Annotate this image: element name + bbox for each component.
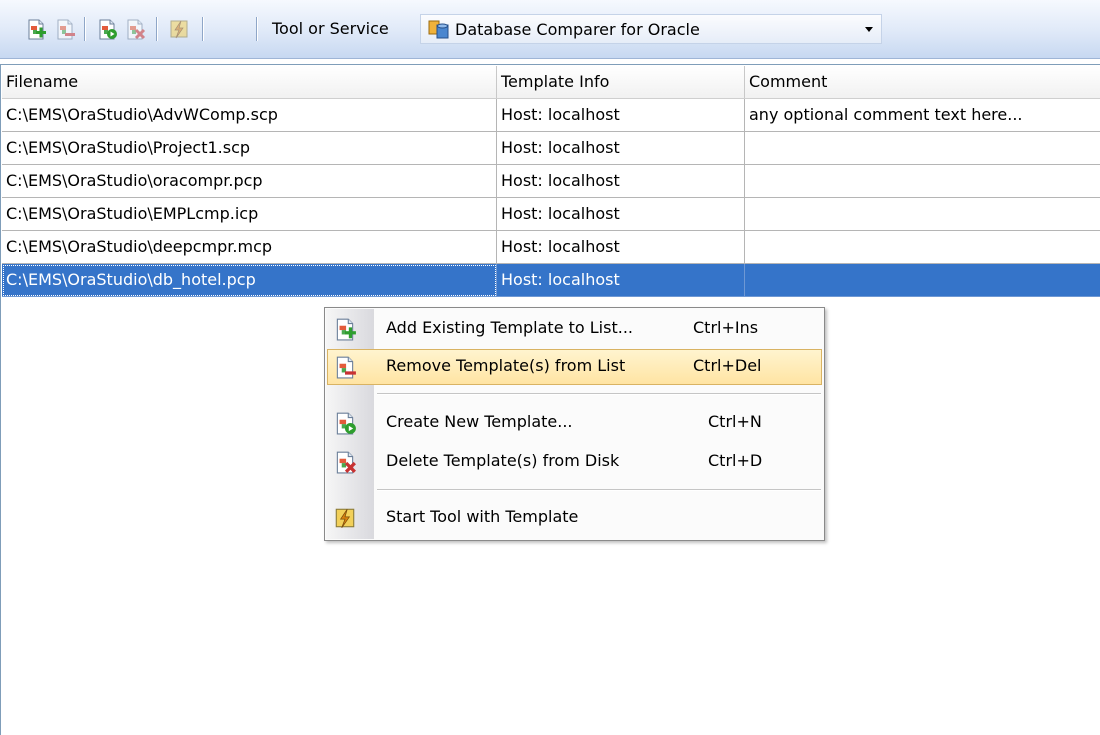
- menu-item-label: Delete Template(s) from Disk: [386, 451, 620, 470]
- tool-or-service-value: Database Comparer for Oracle: [455, 20, 700, 39]
- add-template-button[interactable]: [23, 17, 49, 41]
- template-info-cell: Host: localhost: [497, 165, 745, 198]
- start-tool-button[interactable]: [166, 17, 192, 41]
- menu-separator: [377, 393, 821, 395]
- remove-template-icon: [57, 19, 75, 40]
- menu-item-label: Start Tool with Template: [386, 507, 579, 526]
- table-row[interactable]: C:\EMS\OraStudio\deepcmpr.mcp Host: loca…: [2, 231, 1100, 264]
- toolbar-separator: [84, 17, 86, 41]
- menu-item-label: Remove Template(s) from List: [386, 356, 626, 375]
- context-menu: Add Existing Template to List... Ctrl+In…: [324, 307, 825, 541]
- remove-template-icon: [336, 356, 356, 379]
- table-row[interactable]: C:\EMS\OraStudio\oracompr.pcp Host: loca…: [2, 165, 1100, 198]
- comment-cell: any optional comment text here...: [745, 99, 1100, 132]
- delete-template-icon: [127, 19, 146, 40]
- comment-cell: [745, 165, 1100, 198]
- remove-template-button[interactable]: [52, 17, 78, 41]
- delete-template-button[interactable]: [122, 17, 148, 41]
- filename-cell: C:\EMS\OraStudio\AdvWComp.scp: [2, 99, 497, 132]
- column-header-filename[interactable]: Filename: [2, 66, 497, 98]
- comment-cell: [745, 198, 1100, 231]
- create-template-button[interactable]: [94, 17, 120, 41]
- column-header-template-info[interactable]: Template Info: [497, 66, 745, 98]
- grid-header: Filename Template Info Comment: [2, 66, 1100, 99]
- template-info-cell: Host: localhost: [497, 264, 745, 297]
- menu-item-start-tool[interactable]: Start Tool with Template: [327, 500, 822, 536]
- filename-cell: C:\EMS\OraStudio\db_hotel.pcp: [2, 264, 497, 297]
- create-template-icon: [336, 412, 356, 435]
- table-row-selected[interactable]: C:\EMS\OraStudio\db_hotel.pcp Host: loca…: [2, 264, 1100, 297]
- menu-item-shortcut: Ctrl+Ins: [693, 318, 759, 337]
- toolbar-separator: [202, 17, 204, 41]
- comment-cell: [745, 264, 1100, 297]
- toolbar-separator: [156, 17, 158, 41]
- menu-item-remove-template[interactable]: Remove Template(s) from List Ctrl+Del: [327, 349, 822, 385]
- template-info-cell: Host: localhost: [497, 198, 745, 231]
- tool-or-service-label: Tool or Service: [272, 19, 389, 38]
- add-template-icon: [336, 318, 356, 341]
- table-row[interactable]: C:\EMS\OraStudio\EMPLcmp.icp Host: local…: [2, 198, 1100, 231]
- menu-item-shortcut: Ctrl+N: [708, 412, 762, 431]
- table-row[interactable]: C:\EMS\OraStudio\AdvWComp.scp Host: loca…: [2, 99, 1100, 132]
- column-header-comment[interactable]: Comment: [745, 66, 1100, 98]
- menu-item-label: Add Existing Template to List...: [386, 318, 633, 337]
- menu-separator: [377, 489, 821, 491]
- db-comparer-icon: [428, 20, 449, 39]
- template-info-cell: Host: localhost: [497, 99, 745, 132]
- start-tool-icon: [335, 508, 355, 529]
- template-info-cell: Host: localhost: [497, 231, 745, 264]
- start-tool-icon: [170, 20, 188, 39]
- template-info-cell: Host: localhost: [497, 132, 745, 165]
- filename-cell: C:\EMS\OraStudio\deepcmpr.mcp: [2, 231, 497, 264]
- filename-cell: C:\EMS\OraStudio\oracompr.pcp: [2, 165, 497, 198]
- menu-item-shortcut: Ctrl+Del: [693, 356, 762, 375]
- comment-cell: [745, 132, 1100, 165]
- menu-item-shortcut: Ctrl+D: [708, 451, 763, 470]
- table-row[interactable]: C:\EMS\OraStudio\Project1.scp Host: loca…: [2, 132, 1100, 165]
- filename-cell: C:\EMS\OraStudio\Project1.scp: [2, 132, 497, 165]
- chevron-down-icon[interactable]: [857, 15, 881, 43]
- create-template-icon: [99, 19, 117, 40]
- filename-cell: C:\EMS\OraStudio\EMPLcmp.icp: [2, 198, 497, 231]
- add-template-icon: [28, 19, 46, 40]
- tool-or-service-combo[interactable]: Database Comparer for Oracle: [420, 14, 882, 44]
- toolbar-separator: [256, 17, 258, 41]
- menu-item-add-existing-template[interactable]: Add Existing Template to List... Ctrl+In…: [327, 311, 822, 347]
- comment-cell: [745, 231, 1100, 264]
- delete-template-icon: [336, 451, 356, 474]
- menu-item-delete-template[interactable]: Delete Template(s) from Disk Ctrl+D: [327, 444, 822, 480]
- menu-item-create-new-template[interactable]: Create New Template... Ctrl+N: [327, 405, 822, 441]
- menu-item-label: Create New Template...: [386, 412, 573, 431]
- toolbar: Tool or Service Database Comparer for Or…: [0, 0, 1100, 59]
